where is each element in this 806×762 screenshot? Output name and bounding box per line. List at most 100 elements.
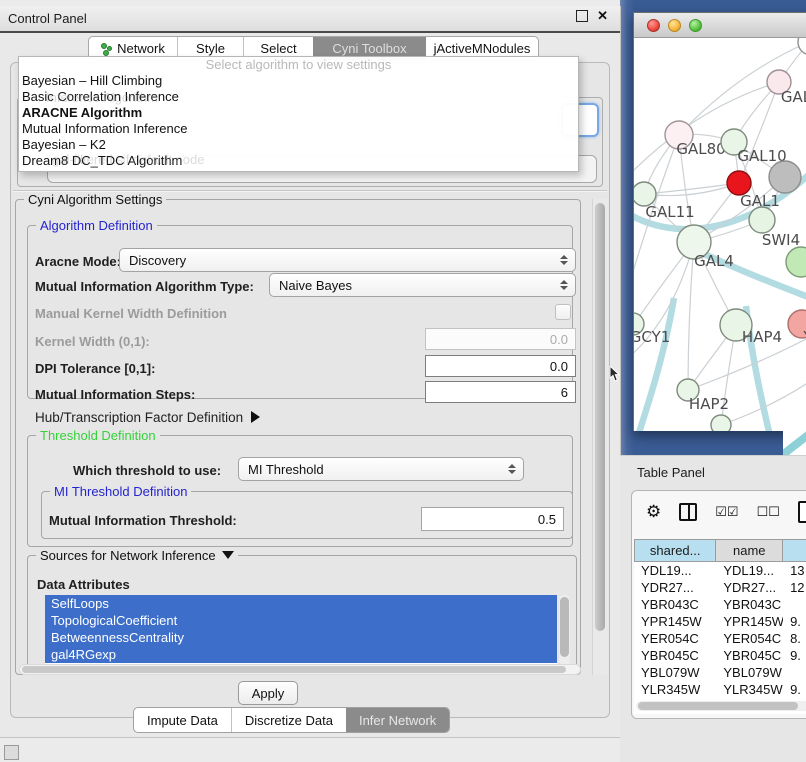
table-row[interactable]: YDR27...YDR27...12 bbox=[634, 579, 806, 596]
which-threshold-value: MI Threshold bbox=[248, 462, 324, 477]
scrollbar-thumb[interactable] bbox=[560, 597, 569, 657]
table-row[interactable]: YPR145WYPR145W9. bbox=[634, 613, 806, 630]
minimize-traffic-light-icon[interactable] bbox=[668, 19, 681, 32]
column-header-name[interactable]: name bbox=[716, 539, 783, 562]
tab-label: Select bbox=[260, 41, 296, 56]
tab-infer-network[interactable]: Infer Network bbox=[346, 708, 449, 732]
close-icon[interactable]: ✕ bbox=[597, 11, 608, 21]
tab-label: jActiveMNodules bbox=[434, 41, 531, 56]
table-cell bbox=[783, 664, 806, 681]
float-window-icon[interactable] bbox=[576, 10, 588, 22]
table-row[interactable]: YDL19...YDL19...13 bbox=[634, 562, 806, 579]
stepper-icon bbox=[508, 464, 516, 474]
algorithm-option[interactable]: Basic Correlation Inference bbox=[19, 89, 578, 105]
dpi-tolerance-input[interactable]: 0.0 bbox=[425, 355, 576, 377]
tab-impute-data[interactable]: Impute Data bbox=[134, 708, 231, 732]
settings-horizontal-scrollbar[interactable] bbox=[19, 664, 581, 675]
teal-edge-fragment bbox=[783, 425, 806, 455]
mouse-cursor-icon bbox=[609, 366, 621, 383]
network-node[interactable] bbox=[769, 161, 801, 193]
network-view-window[interactable]: GALGAL80GAL10GAL1GAL11SWI4GAL4GCY1HAP4YH… bbox=[633, 12, 806, 431]
algorithm-option[interactable]: Dream8 DC_TDC Algorithm bbox=[19, 153, 578, 169]
table-cell: YBR045C bbox=[634, 647, 716, 664]
document-icon[interactable] bbox=[798, 501, 806, 523]
collapse-down-icon bbox=[222, 551, 234, 559]
tab-discretize-data[interactable]: Discretize Data bbox=[231, 708, 346, 732]
aracne-mode-label: Aracne Mode: bbox=[35, 254, 121, 269]
node-label: SWI4 bbox=[762, 231, 800, 249]
hub-section-label: Hub/Transcription Factor Definition bbox=[35, 410, 243, 425]
algorithm-option[interactable]: Mutual Information Inference bbox=[19, 121, 578, 137]
scrollbar-thumb[interactable] bbox=[22, 666, 566, 673]
network-window-titlebar[interactable] bbox=[634, 13, 806, 38]
node-table: shared...nameA YDL19...YDL19...13YDR27..… bbox=[634, 539, 806, 714]
table-row[interactable]: YER054CYER054C8. bbox=[634, 630, 806, 647]
control-panel-titlebar[interactable]: Control Panel ✕ bbox=[0, 6, 620, 33]
close-traffic-light-icon[interactable] bbox=[647, 19, 660, 32]
table-cell: 9. bbox=[783, 613, 806, 630]
mi-steps-label: Mutual Information Steps: bbox=[35, 387, 195, 402]
manual-kernel-checkbox[interactable] bbox=[555, 304, 571, 320]
expand-right-icon bbox=[251, 411, 260, 423]
algorithm-option[interactable]: Bayesian – Hill Climbing bbox=[19, 73, 578, 89]
hub-section-toggle[interactable]: Hub/Transcription Factor Definition bbox=[35, 410, 260, 425]
mi-type-label: Mutual Information Algorithm Type: bbox=[35, 279, 254, 294]
table-cell: YDR27... bbox=[634, 579, 716, 596]
aracne-mode-select[interactable]: Discovery bbox=[119, 248, 576, 272]
table-cell: YDR27... bbox=[716, 579, 783, 596]
threshold-definition-title: Threshold Definition bbox=[36, 428, 160, 443]
gear-icon[interactable]: ⚙ bbox=[646, 502, 661, 522]
mi-steps-input[interactable]: 6 bbox=[425, 381, 576, 403]
collapsed-panel-icon[interactable] bbox=[4, 745, 19, 760]
network-node[interactable] bbox=[798, 38, 806, 55]
tab-label: Network bbox=[117, 41, 165, 56]
network-edge-strong[interactable] bbox=[638, 298, 674, 431]
kernel-width-value: 0.0 bbox=[550, 332, 568, 347]
scrollbar-thumb[interactable] bbox=[638, 702, 798, 710]
network-node-swi4[interactable] bbox=[786, 247, 806, 277]
apply-button[interactable]: Apply bbox=[238, 681, 298, 705]
algorithm-option[interactable]: Bayesian – K2 bbox=[19, 137, 578, 153]
kernel-width-input[interactable]: 0.0 bbox=[425, 328, 576, 350]
data-attributes-label: Data Attributes bbox=[37, 577, 130, 592]
table-row[interactable]: YBR045CYBR045C9. bbox=[634, 647, 806, 664]
sources-title-text: Sources for Network Inference bbox=[40, 548, 216, 563]
attribute-item-selected[interactable]: SelfLoops bbox=[45, 595, 557, 612]
column-header-shared[interactable]: shared... bbox=[634, 539, 716, 562]
table-row[interactable]: YBL079WYBL079W bbox=[634, 664, 806, 681]
attribute-item-selected[interactable]: BetweennessCentrality bbox=[45, 629, 557, 646]
network-canvas[interactable]: GALGAL80GAL10GAL1GAL11SWI4GAL4GCY1HAP4YH… bbox=[634, 38, 806, 431]
table-cell: YLR345W bbox=[716, 681, 783, 698]
table-horizontal-scrollbar[interactable] bbox=[636, 701, 806, 711]
sources-group-title[interactable]: Sources for Network Inference bbox=[36, 548, 238, 563]
mi-threshold-group-title: MI Threshold Definition bbox=[50, 484, 191, 499]
table-cell bbox=[783, 596, 806, 613]
which-threshold-select[interactable]: MI Threshold bbox=[238, 457, 524, 481]
deselect-all-icon[interactable]: ☐☐ bbox=[757, 502, 780, 522]
attributes-list-scrollbar[interactable] bbox=[559, 595, 570, 666]
settings-vertical-scrollbar[interactable] bbox=[592, 199, 608, 675]
select-all-icon[interactable]: ☑☑ bbox=[715, 502, 738, 522]
table-cell: YLR345W bbox=[634, 681, 716, 698]
attribute-item-selected[interactable]: gal4RGexp bbox=[45, 646, 557, 663]
table-row[interactable]: YLR345WYLR345W9. bbox=[634, 681, 806, 698]
scrollbar-thumb[interactable] bbox=[595, 203, 605, 631]
mi-type-select[interactable]: Naive Bayes bbox=[269, 273, 576, 297]
network-edge[interactable] bbox=[688, 242, 694, 390]
algorithm-option[interactable]: ARACNE Algorithm bbox=[19, 105, 578, 121]
attribute-item-selected[interactable]: TopologicalCoefficient bbox=[45, 612, 557, 629]
network-node-gal1[interactable] bbox=[749, 207, 775, 233]
split-columns-icon[interactable] bbox=[679, 503, 697, 521]
mi-steps-value: 6 bbox=[561, 385, 568, 400]
table-row[interactable]: YBR043CYBR043C bbox=[634, 596, 806, 613]
zoom-traffic-light-icon[interactable] bbox=[689, 19, 702, 32]
network-node[interactable] bbox=[711, 415, 731, 431]
table-cell: YBL079W bbox=[634, 664, 716, 681]
table-cell: YBL079W bbox=[716, 664, 783, 681]
mi-threshold-input[interactable]: 0.5 bbox=[421, 507, 564, 531]
node-label: HAP2 bbox=[689, 395, 729, 413]
column-header-a[interactable]: A bbox=[783, 539, 806, 562]
cp-bottom-tabbar: Impute DataDiscretize DataInfer Network bbox=[133, 707, 450, 733]
table-cell: YER054C bbox=[716, 630, 783, 647]
data-attributes-list[interactable]: SelfLoopsTopologicalCoefficientBetweenne… bbox=[45, 595, 557, 666]
